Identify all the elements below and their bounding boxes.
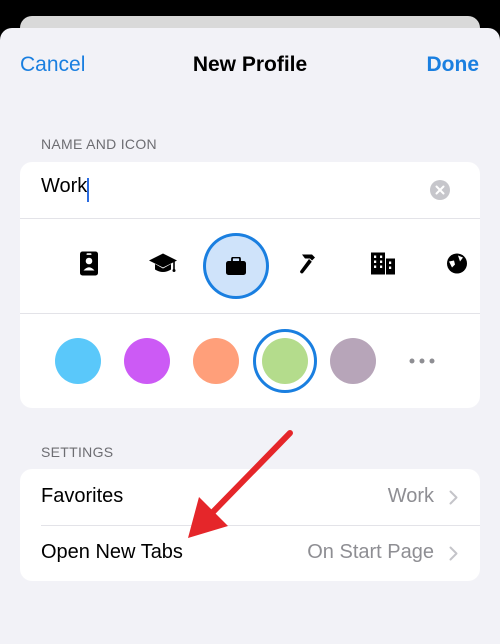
page-title: New Profile bbox=[192, 53, 308, 76]
color-swatch-green-selected[interactable] bbox=[253, 329, 317, 393]
more-colors-icon[interactable] bbox=[409, 358, 435, 364]
settings-header: SETTINGS bbox=[41, 444, 114, 460]
open-new-tabs-value: On Start Page bbox=[307, 541, 434, 563]
hammer-icon[interactable] bbox=[297, 251, 323, 282]
globe-icon[interactable] bbox=[446, 253, 468, 280]
favorites-label: Favorites bbox=[41, 485, 124, 507]
id-card-icon[interactable] bbox=[80, 251, 98, 281]
clear-x-icon bbox=[435, 185, 445, 195]
open-new-tabs-label: Open New Tabs bbox=[41, 541, 183, 563]
profile-name-input[interactable] bbox=[41, 175, 401, 198]
color-swatch-orange[interactable] bbox=[193, 338, 239, 384]
name-and-icon-card bbox=[20, 162, 480, 408]
briefcase-icon bbox=[226, 257, 246, 275]
new-profile-sheet: Cancel New Profile Done NAME AND ICON Wo… bbox=[0, 28, 500, 644]
settings-card: Favorites Work Open New Tabs On Start Pa… bbox=[20, 469, 480, 581]
graduation-cap-icon[interactable] bbox=[148, 252, 178, 281]
chevron-right-icon bbox=[449, 490, 458, 505]
color-swatch-purple[interactable] bbox=[124, 338, 170, 384]
name-and-icon-header: NAME AND ICON bbox=[41, 136, 157, 152]
building-icon[interactable] bbox=[370, 252, 396, 280]
briefcase-icon-selected[interactable] bbox=[206, 236, 266, 296]
open-new-tabs-row[interactable]: Open New Tabs On Start Page bbox=[20, 525, 480, 581]
chevron-right-icon bbox=[449, 546, 458, 561]
color-picker-row bbox=[20, 314, 480, 408]
color-swatch-green bbox=[262, 338, 308, 384]
color-swatch-mauve[interactable] bbox=[330, 338, 376, 384]
color-swatch-light-blue[interactable] bbox=[55, 338, 101, 384]
name-row bbox=[20, 162, 480, 219]
favorites-row[interactable]: Favorites Work bbox=[20, 469, 480, 525]
icon-picker-row bbox=[20, 219, 480, 314]
navigation-bar: Cancel New Profile Done bbox=[0, 28, 500, 100]
done-button[interactable]: Done bbox=[427, 53, 480, 77]
favorites-value: Work bbox=[387, 485, 434, 507]
text-caret bbox=[87, 178, 89, 202]
clear-text-button[interactable] bbox=[430, 180, 450, 200]
